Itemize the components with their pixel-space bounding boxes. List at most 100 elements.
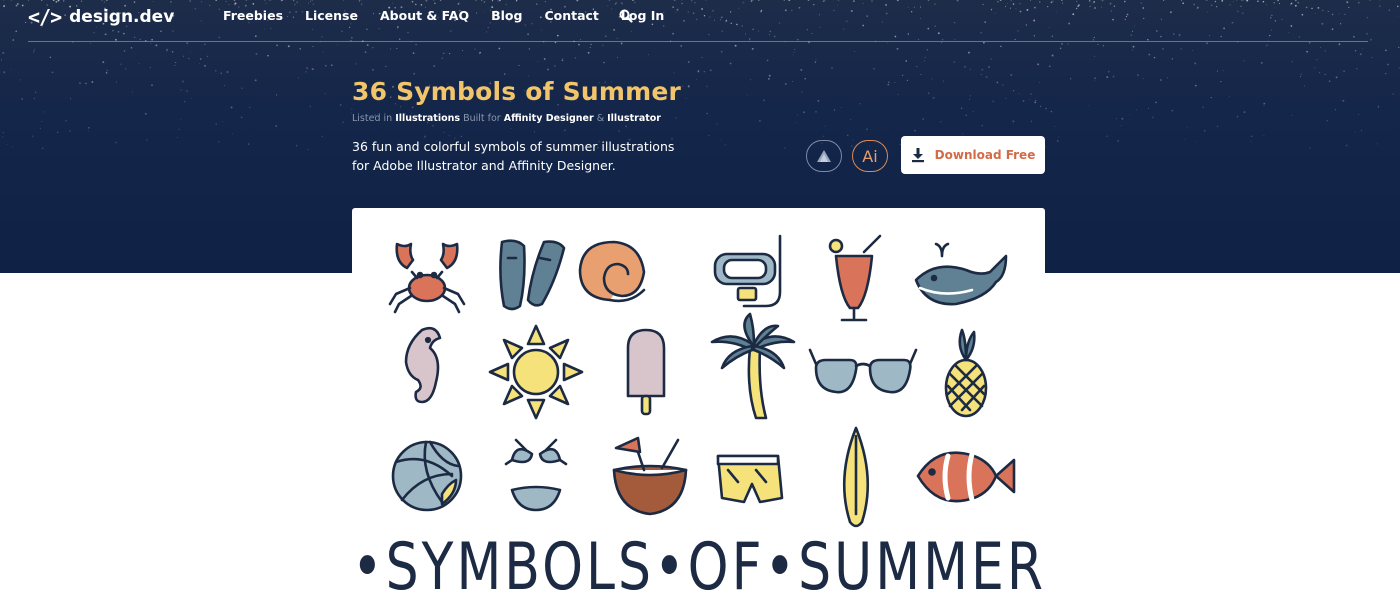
pineapple-icon: [944, 328, 988, 418]
star-dot: [41, 147, 44, 150]
star-dot: [39, 127, 42, 129]
category-link[interactable]: Illustrations: [395, 113, 460, 124]
star-dot: [1216, 125, 1219, 128]
star-dot: [51, 71, 54, 74]
star-dot: [1243, 111, 1246, 113]
star-dot: [897, 94, 899, 95]
star-dot: [433, 65, 436, 67]
star-dot: [105, 72, 108, 74]
preview-image: •SYMBOLS•OF•SUMMER•: [352, 208, 1045, 598]
star-dot: [616, 37, 618, 40]
star-dot: [1220, 80, 1222, 83]
star-dot: [33, 97, 36, 100]
star-dot: [1342, 99, 1345, 102]
star-dot: [1354, 131, 1356, 133]
star-dot: [321, 36, 323, 38]
illustrator-badge[interactable]: Ai: [852, 140, 888, 172]
star-dot: [1054, 125, 1055, 127]
star-dot: [91, 81, 94, 83]
star-dot: [1178, 33, 1181, 36]
star-dot: [226, 71, 229, 73]
star-dot: [411, 106, 414, 109]
star-dot: [1130, 34, 1132, 36]
star-dot: [1160, 35, 1162, 38]
star-dot: [1059, 47, 1062, 50]
star-dot: [1385, 49, 1387, 52]
star-dot: [1121, 117, 1124, 120]
nav-link-contact[interactable]: Contact: [544, 8, 598, 23]
download-button[interactable]: Download Free: [901, 136, 1045, 174]
star-dot: [603, 61, 605, 64]
star-dot: [990, 58, 992, 60]
download-label: Download Free: [934, 148, 1036, 162]
nav-link-freebies[interactable]: Freebies: [223, 8, 283, 23]
star-dot: [1135, 109, 1137, 111]
star-dot: [932, 97, 935, 99]
star-dot: [561, 59, 564, 62]
star-dot: [556, 34, 559, 37]
app-link-affinity[interactable]: Affinity Designer: [504, 113, 594, 124]
star-dot: [311, 68, 314, 71]
star-dot: [307, 148, 309, 151]
star-dot: [1128, 113, 1130, 115]
star-dot: [696, 78, 697, 80]
star-dot: [814, 61, 817, 63]
star-dot: [1107, 70, 1110, 73]
star-dot: [125, 68, 127, 70]
star-dot: [1067, 43, 1069, 45]
nav-link-about-faq[interactable]: About & FAQ: [380, 8, 469, 23]
volleyball-icon: [391, 440, 463, 512]
star-dot: [12, 39, 14, 41]
star-dot: [981, 68, 984, 71]
star-dot: [146, 139, 148, 141]
star-dot: [79, 82, 81, 85]
star-dot: [1039, 81, 1041, 84]
star-dot: [703, 70, 706, 73]
star-dot: [342, 121, 345, 124]
star-dot: [822, 135, 825, 137]
nav-link-license[interactable]: License: [305, 8, 358, 23]
star-dot: [578, 43, 580, 46]
app-link-illustrator[interactable]: Illustrator: [607, 113, 661, 124]
star-dot: [130, 46, 133, 49]
star-dot: [896, 47, 899, 50]
star-dot: [305, 71, 307, 73]
star-dot: [1291, 114, 1293, 116]
star-dot: [2, 132, 4, 134]
star-dot: [41, 120, 43, 123]
star-dot: [1005, 97, 1007, 99]
star-dot: [1299, 76, 1302, 78]
star-dot: [254, 79, 257, 82]
star-dot: [792, 54, 794, 56]
flippers-icon: [499, 239, 566, 311]
star-dot: [748, 37, 751, 40]
star-dot: [708, 34, 710, 36]
star-dot: [1223, 69, 1225, 72]
star-dot: [372, 47, 374, 49]
star-dot: [1202, 106, 1204, 109]
affinity-badge[interactable]: [806, 140, 842, 172]
star-dot: [1148, 108, 1150, 109]
star-dot: [1263, 135, 1265, 137]
star-dot: [1309, 147, 1311, 149]
nautilus-shell-icon: [578, 240, 646, 303]
star-dot: [276, 44, 278, 47]
star-dot: [768, 34, 770, 36]
star-dot: [306, 67, 308, 69]
star-dot: [1012, 120, 1015, 123]
star-dot: [1033, 35, 1035, 37]
site-logo[interactable]: </> design.dev: [28, 4, 174, 30]
snorkel-mask-icon: [713, 234, 782, 308]
seahorse-icon: [404, 326, 442, 404]
search-button[interactable]: [619, 9, 633, 23]
star-dot: [190, 51, 192, 53]
star-dot: [926, 49, 929, 51]
nav-link-blog[interactable]: Blog: [491, 8, 522, 23]
star-dot: [590, 43, 592, 46]
star-dot: [887, 83, 890, 86]
star-dot: [620, 42, 623, 45]
star-dot: [931, 78, 933, 80]
star-dot: [275, 94, 278, 96]
star-dot: [183, 100, 186, 103]
sun-icon: [488, 324, 584, 420]
